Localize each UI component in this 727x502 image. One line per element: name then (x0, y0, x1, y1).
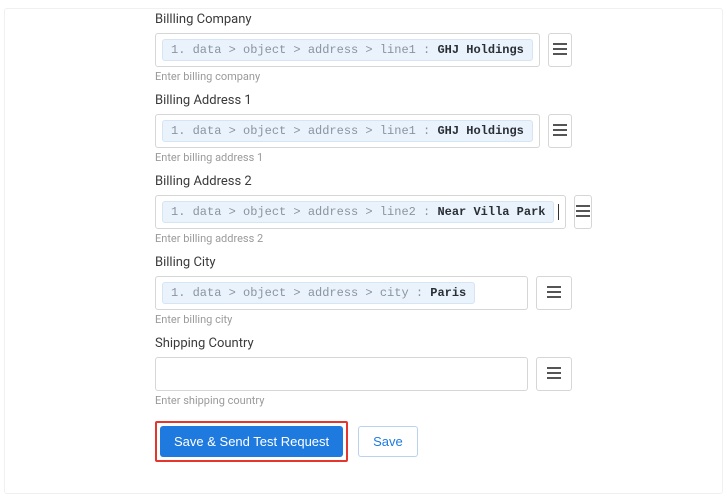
billing-city-hint: Enter billing city (155, 313, 572, 326)
billing-city-field: Billing City 1. data > object > address … (155, 255, 572, 326)
billing-company-menu-button[interactable] (548, 33, 572, 67)
shipping-country-field: Shipping Country Enter shipping country (155, 336, 572, 407)
menu-icon (575, 204, 591, 221)
billing-address-1-field: Billing Address 1 1. data > object > add… (155, 93, 572, 164)
menu-icon (546, 285, 562, 302)
menu-icon (546, 366, 562, 383)
billing-address-2-menu-button[interactable] (574, 195, 592, 229)
menu-icon (552, 123, 568, 140)
text-cursor (558, 204, 559, 220)
billing-city-menu-button[interactable] (536, 276, 572, 310)
billing-address-1-chip: 1. data > object > address > line1 : GHJ… (162, 120, 533, 142)
billing-company-field: Billling Company 1. data > object > addr… (155, 12, 572, 83)
shipping-country-input[interactable] (155, 357, 528, 391)
billing-company-hint: Enter billing company (155, 70, 572, 83)
billing-address-1-menu-button[interactable] (548, 114, 572, 148)
billing-address-1-label: Billing Address 1 (155, 93, 572, 108)
shipping-country-label: Shipping Country (155, 336, 572, 351)
billing-city-label: Billing City (155, 255, 572, 270)
billing-city-input[interactable]: 1. data > object > address > city : Pari… (155, 276, 528, 310)
save-send-test-request-button[interactable]: Save & Send Test Request (160, 426, 343, 457)
billing-address-2-input[interactable]: 1. data > object > address > line2 : Nea… (155, 195, 566, 229)
billing-address-1-input[interactable]: 1. data > object > address > line1 : GHJ… (155, 114, 540, 148)
billing-address-2-label: Billing Address 2 (155, 174, 572, 189)
shipping-country-menu-button[interactable] (536, 357, 572, 391)
billing-company-label: Billling Company (155, 12, 572, 27)
billing-company-input[interactable]: 1. data > object > address > line1 : GHJ… (155, 33, 540, 67)
billing-address-2-chip: 1. data > object > address > line2 : Nea… (162, 201, 554, 223)
button-row: Save & Send Test Request Save (155, 421, 572, 462)
menu-icon (552, 42, 568, 59)
save-button[interactable]: Save (358, 426, 418, 457)
billing-city-chip: 1. data > object > address > city : Pari… (162, 282, 475, 304)
billing-address-2-hint: Enter billing address 2 (155, 232, 572, 245)
billing-address-2-field: Billing Address 2 1. data > object > add… (155, 174, 572, 245)
highlight-box: Save & Send Test Request (155, 421, 348, 462)
billing-address-1-hint: Enter billing address 1 (155, 151, 572, 164)
billing-company-chip: 1. data > object > address > line1 : GHJ… (162, 39, 533, 61)
shipping-country-hint: Enter shipping country (155, 394, 572, 407)
